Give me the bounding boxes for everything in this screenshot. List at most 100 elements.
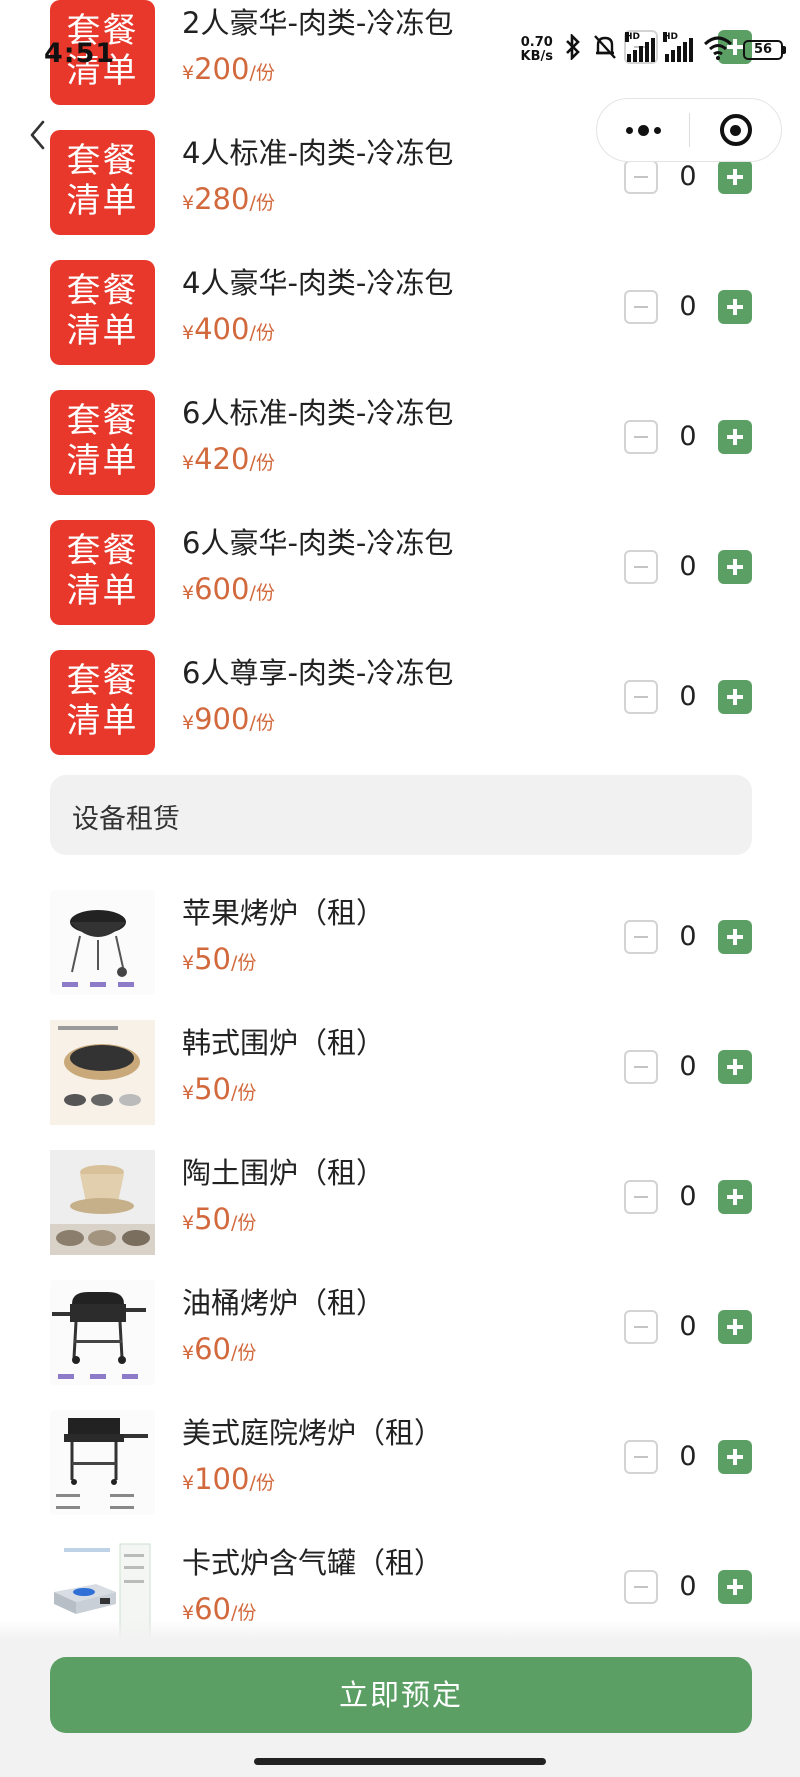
item-name: 韩式围炉（租） xyxy=(182,1026,386,1060)
package-badge: 套餐 清单 xyxy=(50,650,155,755)
item-name: 6人豪华-肉类-冷冻包 xyxy=(182,526,454,560)
item-price: ¥50/份 xyxy=(182,942,257,976)
item-name: 2人豪华-肉类-冷冻包 xyxy=(182,6,454,40)
decrease-button[interactable] xyxy=(624,290,658,324)
quantity-stepper: 0 xyxy=(624,1570,752,1606)
item-price: ¥280/份 xyxy=(182,182,275,216)
increase-button[interactable] xyxy=(718,1050,752,1084)
home-indicator xyxy=(254,1758,546,1765)
increase-button[interactable] xyxy=(718,160,752,194)
increase-button[interactable] xyxy=(718,1440,752,1474)
quantity-stepper: 0 xyxy=(624,1310,752,1346)
increase-button[interactable] xyxy=(718,1180,752,1214)
quantity-stepper: 0 xyxy=(624,1180,752,1216)
quantity-stepper: 0 xyxy=(624,1050,752,1086)
list-item: 套餐 清单 6人豪华-肉类-冷冻包 ¥600/份 0 xyxy=(0,510,800,640)
item-price: ¥50/份 xyxy=(182,1072,257,1106)
package-badge: 套餐 清单 xyxy=(50,0,155,105)
quantity-value: 0 xyxy=(679,1311,697,1342)
increase-button[interactable] xyxy=(718,680,752,714)
list-item: 油桶烤炉（租） ¥60/份 0 xyxy=(0,1270,800,1400)
increase-button[interactable] xyxy=(718,290,752,324)
item-name: 6人尊享-肉类-冷冻包 xyxy=(182,656,454,690)
list-item: 套餐 清单 6人标准-肉类-冷冻包 ¥420/份 0 xyxy=(0,380,800,510)
quantity-value: 0 xyxy=(679,921,697,952)
quantity-stepper: 0 xyxy=(624,290,752,326)
more-dots-icon[interactable] xyxy=(597,99,689,161)
increase-button[interactable] xyxy=(718,1310,752,1344)
bottom-fade xyxy=(0,1620,800,1640)
section-header: 设备租赁 xyxy=(50,775,752,855)
quantity-value: 0 xyxy=(679,291,697,322)
item-price: ¥200/份 xyxy=(182,52,275,86)
kettle-grill-image xyxy=(50,890,155,995)
decrease-button[interactable] xyxy=(624,420,658,454)
item-name: 4人豪华-肉类-冷冻包 xyxy=(182,266,454,300)
increase-button[interactable] xyxy=(718,920,752,954)
decrease-button[interactable] xyxy=(624,680,658,714)
item-name: 卡式炉含气罐（租） xyxy=(182,1546,444,1580)
quantity-value: 0 xyxy=(679,681,697,712)
list-item: 美式庭院烤炉（租） ¥100/份 0 xyxy=(0,1400,800,1530)
quantity-value: 0 xyxy=(679,161,697,192)
quantity-stepper: 0 xyxy=(624,550,752,586)
american-grill-image xyxy=(50,1410,155,1515)
list-item: 套餐 清单 6人尊享-肉类-冷冻包 ¥900/份 0 xyxy=(0,640,800,770)
item-price: ¥900/份 xyxy=(182,702,275,736)
quantity-stepper xyxy=(624,30,752,66)
package-badge: 套餐 清单 xyxy=(50,260,155,365)
quantity-value: 0 xyxy=(679,1571,697,1602)
decrease-button[interactable] xyxy=(624,1570,658,1604)
package-badge: 套餐 清单 xyxy=(50,520,155,625)
package-badge: 套餐 清单 xyxy=(50,130,155,235)
item-name: 陶土围炉（租） xyxy=(182,1156,386,1190)
increase-button[interactable] xyxy=(718,420,752,454)
list-item: 韩式围炉（租） ¥50/份 0 xyxy=(0,1010,800,1140)
section-title: 设备租赁 xyxy=(72,804,180,835)
quantity-stepper: 0 xyxy=(624,1440,752,1476)
increase-button[interactable] xyxy=(718,30,752,64)
quantity-stepper: 0 xyxy=(624,680,752,716)
barrel-grill-image xyxy=(50,1280,155,1385)
item-name: 油桶烤炉（租） xyxy=(182,1286,386,1320)
item-price: ¥100/份 xyxy=(182,1462,275,1496)
quantity-value: 0 xyxy=(679,1051,697,1082)
decrease-button[interactable] xyxy=(624,1440,658,1474)
item-name: 6人标准-肉类-冷冻包 xyxy=(182,396,454,430)
quantity-stepper: 0 xyxy=(624,160,752,196)
item-price: ¥420/份 xyxy=(182,442,275,476)
item-name: 美式庭院烤炉（租） xyxy=(182,1416,444,1450)
decrease-button[interactable] xyxy=(624,30,658,64)
decrease-button[interactable] xyxy=(624,920,658,954)
item-price: ¥60/份 xyxy=(182,1332,257,1366)
item-name: 苹果烤炉（租） xyxy=(182,896,386,930)
clay-stove-image xyxy=(50,1150,155,1255)
quantity-value: 0 xyxy=(679,551,697,582)
target-icon[interactable] xyxy=(690,99,781,161)
item-price: ¥50/份 xyxy=(182,1202,257,1236)
quantity-stepper: 0 xyxy=(624,920,752,956)
decrease-button[interactable] xyxy=(624,1050,658,1084)
package-badge: 套餐 清单 xyxy=(50,390,155,495)
decrease-button[interactable] xyxy=(624,1310,658,1344)
decrease-button[interactable] xyxy=(624,1180,658,1214)
mini-program-capsule xyxy=(596,98,782,162)
decrease-button[interactable] xyxy=(624,160,658,194)
book-now-button[interactable]: 立即预定 xyxy=(50,1657,752,1733)
item-price: ¥400/份 xyxy=(182,312,275,346)
korean-grill-image xyxy=(50,1020,155,1125)
increase-button[interactable] xyxy=(718,1570,752,1604)
quantity-value: 0 xyxy=(679,421,697,452)
page: 4:51 0.70 KB/s HD HD xyxy=(0,0,800,1777)
back-chevron-icon[interactable] xyxy=(24,118,54,152)
increase-button[interactable] xyxy=(718,550,752,584)
list-item: 苹果烤炉（租） ¥50/份 0 xyxy=(0,880,800,1010)
decrease-button[interactable] xyxy=(624,550,658,584)
item-name: 4人标准-肉类-冷冻包 xyxy=(182,136,454,170)
quantity-stepper: 0 xyxy=(624,420,752,456)
rental-list: 苹果烤炉（租） ¥50/份 0 韩式围炉（租） ¥50/份 0 陶土围炉（租） … xyxy=(0,880,800,1660)
list-item: 陶土围炉（租） ¥50/份 0 xyxy=(0,1140,800,1270)
quantity-value: 0 xyxy=(679,1181,697,1212)
quantity-value: 0 xyxy=(679,1441,697,1472)
item-price: ¥600/份 xyxy=(182,572,275,606)
